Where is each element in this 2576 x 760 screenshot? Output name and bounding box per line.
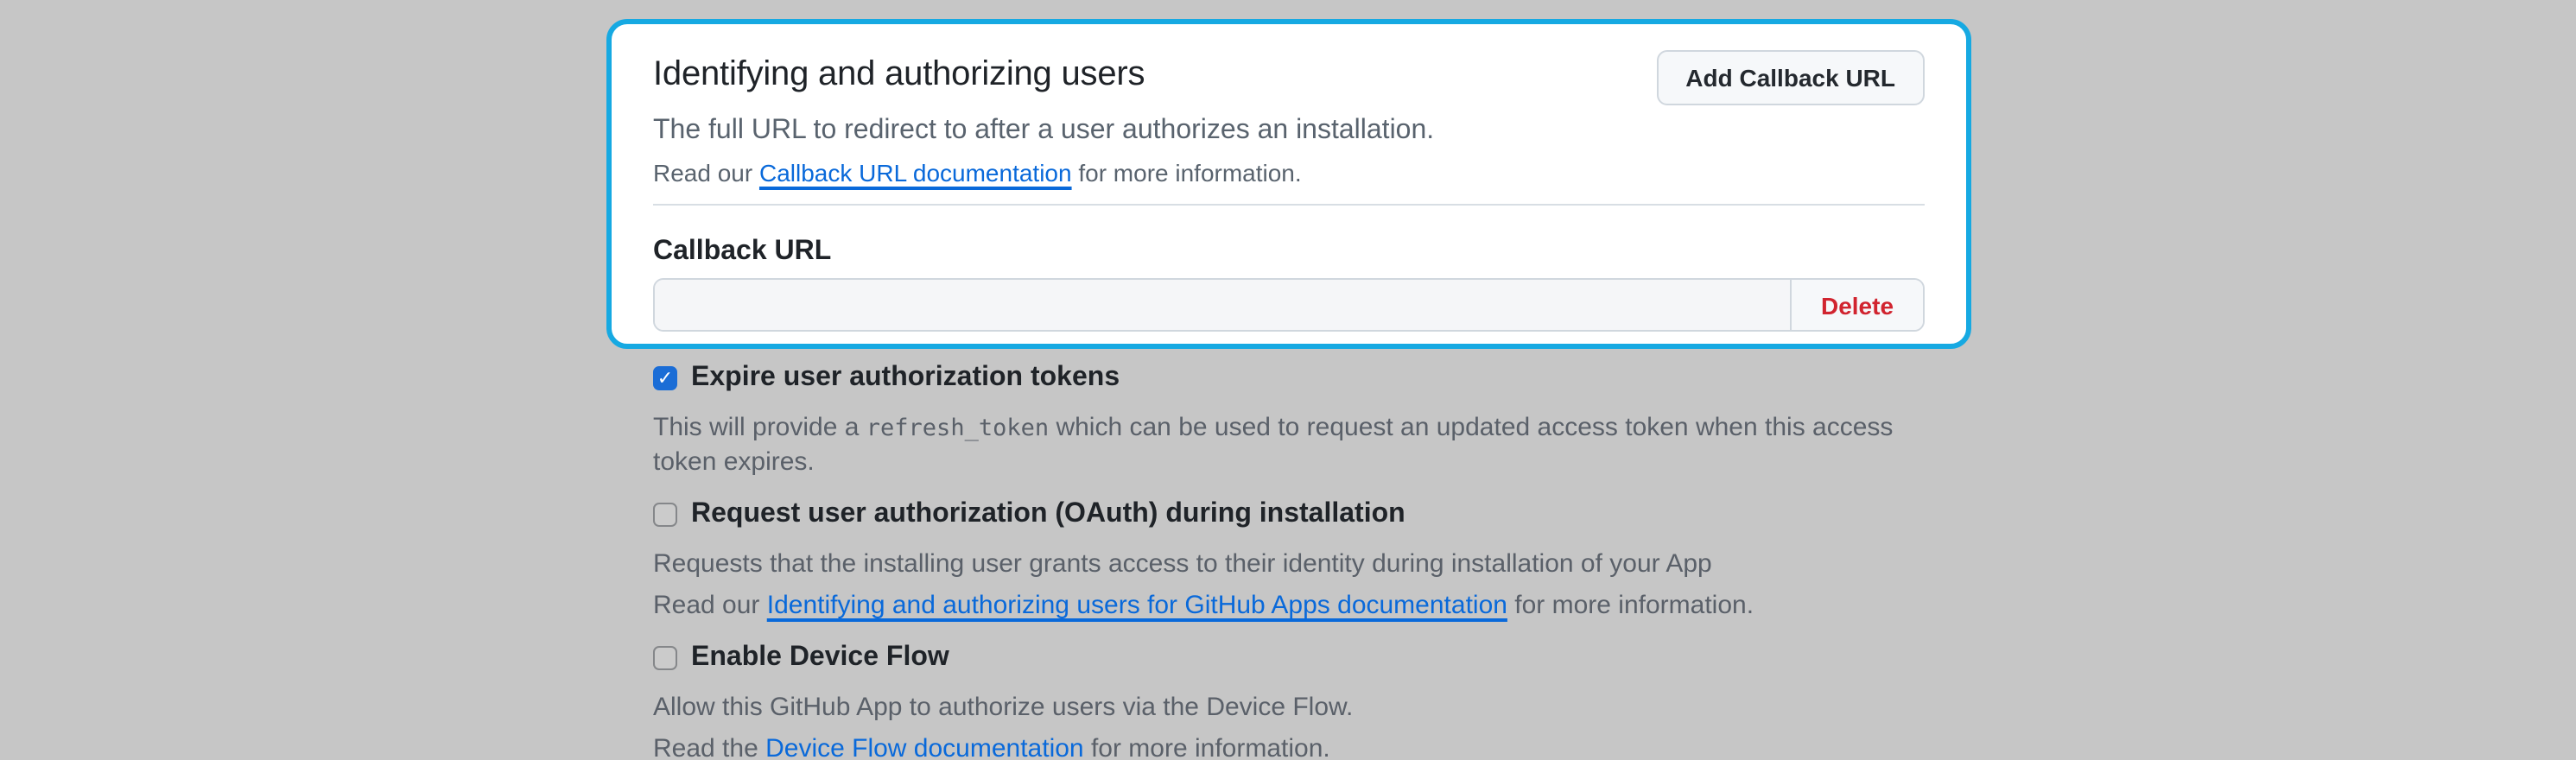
expire-tokens-label[interactable]: Expire user authorization tokens — [691, 358, 1120, 399]
refresh-token-code: refresh_token — [866, 415, 1049, 442]
expire-tokens-row: ✓ Expire user authorization tokens — [653, 358, 1935, 399]
oauth-note: Requests that the installing user grants… — [653, 548, 1935, 582]
device-flow-doc-link[interactable]: Device Flow documentation — [765, 734, 1084, 760]
device-flow-row: Enable Device Flow — [653, 637, 1935, 679]
section-description: The full URL to redirect to after a user… — [653, 112, 1925, 150]
callback-doc-line: Read our Callback URL documentation for … — [653, 157, 1925, 190]
callback-url-doc-link[interactable]: Callback URL documentation — [759, 159, 1072, 187]
expire-tokens-group: ✓ Expire user authorization tokens This … — [653, 358, 1935, 480]
note-text: for more information. — [1507, 591, 1754, 620]
expire-tokens-note: This will provide a refresh_token which … — [653, 411, 1935, 480]
section-header: Identifying and authorizing users Add Ca… — [653, 50, 1925, 105]
oauth-during-install-group: Request user authorization (OAuth) durin… — [653, 494, 1935, 624]
callback-url-input[interactable] — [655, 280, 1790, 330]
authorization-options: ✓ Expire user authorization tokens This … — [653, 351, 1935, 760]
device-flow-doc-line: Read the Device Flow documentation for m… — [653, 732, 1935, 760]
oauth-during-install-label[interactable]: Request user authorization (OAuth) durin… — [691, 494, 1405, 535]
callback-url-input-group: Delete — [653, 278, 1925, 332]
add-callback-url-button[interactable]: Add Callback URL — [1656, 50, 1925, 105]
expire-tokens-checkbox[interactable]: ✓ — [653, 366, 677, 390]
settings-page: Identifying and authorizing users Add Ca… — [0, 0, 2576, 760]
oauth-doc-line: Read our Identifying and authorizing use… — [653, 589, 1935, 624]
note-text: This will provide a — [653, 413, 866, 442]
doc-line-prefix: Read our — [653, 159, 759, 187]
note-text: Read the — [653, 734, 765, 760]
oauth-during-install-row: Request user authorization (OAuth) durin… — [653, 494, 1935, 535]
device-flow-group: Enable Device Flow Allow this GitHub App… — [653, 637, 1935, 760]
divider — [653, 204, 1925, 206]
section-title: Identifying and authorizing users — [653, 50, 1145, 98]
device-flow-checkbox[interactable] — [653, 646, 677, 670]
device-flow-note: Allow this GitHub App to authorize users… — [653, 691, 1935, 725]
doc-line-suffix: for more information. — [1072, 159, 1302, 187]
callback-url-label: Callback URL — [653, 233, 1925, 271]
delete-callback-url-button[interactable]: Delete — [1790, 280, 1923, 330]
check-icon: ✓ — [657, 368, 673, 387]
note-text: Read our — [653, 591, 767, 620]
identifying-users-doc-link[interactable]: Identifying and authorizing users for Gi… — [767, 591, 1507, 620]
note-text: for more information. — [1084, 734, 1330, 760]
device-flow-label[interactable]: Enable Device Flow — [691, 637, 949, 679]
oauth-during-install-checkbox[interactable] — [653, 503, 677, 527]
identifying-authorizing-users-section: Identifying and authorizing users Add Ca… — [606, 19, 1971, 349]
